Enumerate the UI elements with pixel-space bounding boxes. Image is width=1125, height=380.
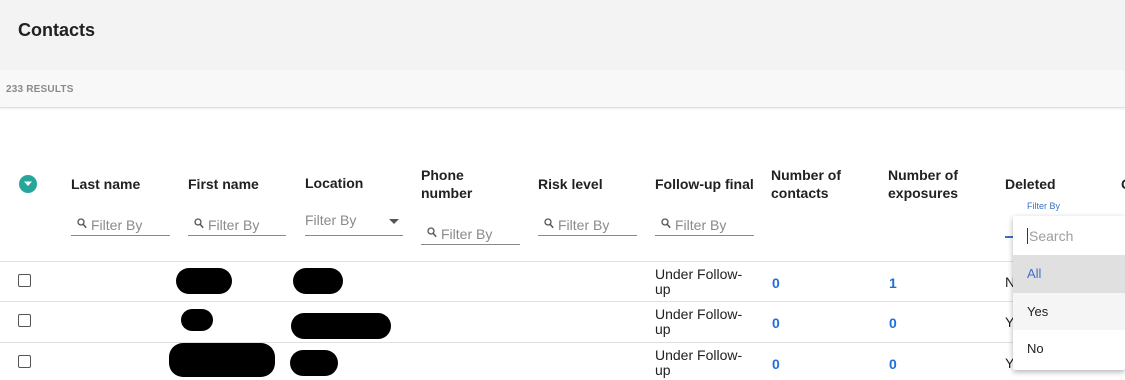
follow-up-final-cell: Under Follow-up [655, 306, 743, 337]
follow-up-final-cell: Under Follow-up [655, 266, 743, 297]
row-divider [0, 342, 1125, 343]
number-of-contacts-link[interactable]: 0 [772, 356, 780, 372]
dropdown-option-all[interactable]: All [1013, 255, 1125, 293]
search-icon [194, 218, 204, 229]
row-divider [0, 301, 1125, 302]
column-header-number-of-contacts[interactable]: Number of contacts [771, 166, 866, 202]
filter-placeholder: Filter By [441, 226, 493, 242]
number-of-exposures-link[interactable]: 1 [889, 275, 897, 291]
dropdown-option-yes[interactable]: Yes [1013, 293, 1125, 331]
row-checkbox[interactable] [18, 355, 31, 368]
last-name-filter-input[interactable]: Filter By [71, 214, 170, 236]
dropdown-option-no[interactable]: No [1013, 330, 1125, 368]
column-header-location[interactable]: Location [305, 174, 363, 192]
column-header-number-of-exposures[interactable]: Number of exposures [888, 166, 983, 202]
first-name-filter-input[interactable]: Filter By [188, 214, 286, 236]
deleted-filter-label: Filter By [1027, 201, 1061, 211]
filter-placeholder: Filter By [675, 217, 727, 233]
row-checkbox[interactable] [18, 314, 31, 327]
filter-placeholder: Filter By [91, 217, 143, 233]
filter-placeholder: Filter By [305, 212, 357, 228]
number-of-contacts-link[interactable]: 0 [772, 275, 780, 291]
filter-placeholder: Filter By [558, 217, 610, 233]
search-icon [661, 218, 671, 229]
redaction-mark [290, 350, 338, 376]
column-header-clipped[interactable]: C [1121, 175, 1125, 193]
dropdown-option-label: No [1027, 341, 1044, 356]
dropdown-search-placeholder: Search [1027, 228, 1074, 244]
expand-all-toggle[interactable] [19, 175, 37, 193]
column-header-follow-up-final[interactable]: Follow-up final [655, 175, 754, 193]
redaction-mark [291, 313, 391, 339]
redaction-mark [181, 309, 213, 331]
search-icon [77, 218, 87, 229]
row-divider [0, 261, 1125, 262]
column-header-risk-level[interactable]: Risk level [538, 175, 603, 193]
page-title: Contacts [18, 20, 96, 40]
results-count: 233 RESULTS [6, 84, 74, 95]
dropdown-option-label: All [1027, 266, 1042, 281]
search-icon [427, 227, 437, 238]
column-header-first-name[interactable]: First name [188, 175, 259, 193]
number-of-contacts-link[interactable]: 0 [772, 315, 780, 331]
deleted-filter-dropdown[interactable]: Search All Yes No [1013, 216, 1125, 370]
number-of-exposures-link[interactable]: 0 [889, 315, 897, 331]
phone-number-filter-input[interactable]: Filter By [421, 223, 520, 245]
dropdown-option-label: Yes [1027, 304, 1049, 319]
redaction-mark [169, 343, 275, 377]
follow-up-final-cell: Under Follow-up [655, 347, 743, 378]
risk-level-filter-input[interactable]: Filter By [538, 214, 637, 236]
results-bar: 233 RESULTS [0, 70, 1125, 108]
column-header-deleted[interactable]: Deleted [1005, 175, 1056, 193]
column-header-last-name[interactable]: Last name [71, 175, 140, 193]
filter-placeholder: Filter By [208, 217, 260, 233]
column-header-phone-number[interactable]: Phone number [421, 166, 501, 202]
follow-up-final-filter-input[interactable]: Filter By [655, 214, 754, 236]
page-header: Contacts [0, 0, 1125, 70]
redaction-mark [293, 268, 343, 294]
chevron-down-icon [24, 181, 32, 186]
redaction-mark [176, 268, 232, 294]
dropdown-search-input[interactable]: Search [1013, 216, 1125, 254]
location-filter-select[interactable]: Filter By [305, 212, 403, 236]
row-checkbox[interactable] [18, 274, 31, 287]
search-icon [544, 218, 554, 229]
number-of-exposures-link[interactable]: 0 [889, 356, 897, 372]
caret-down-icon [389, 219, 399, 224]
